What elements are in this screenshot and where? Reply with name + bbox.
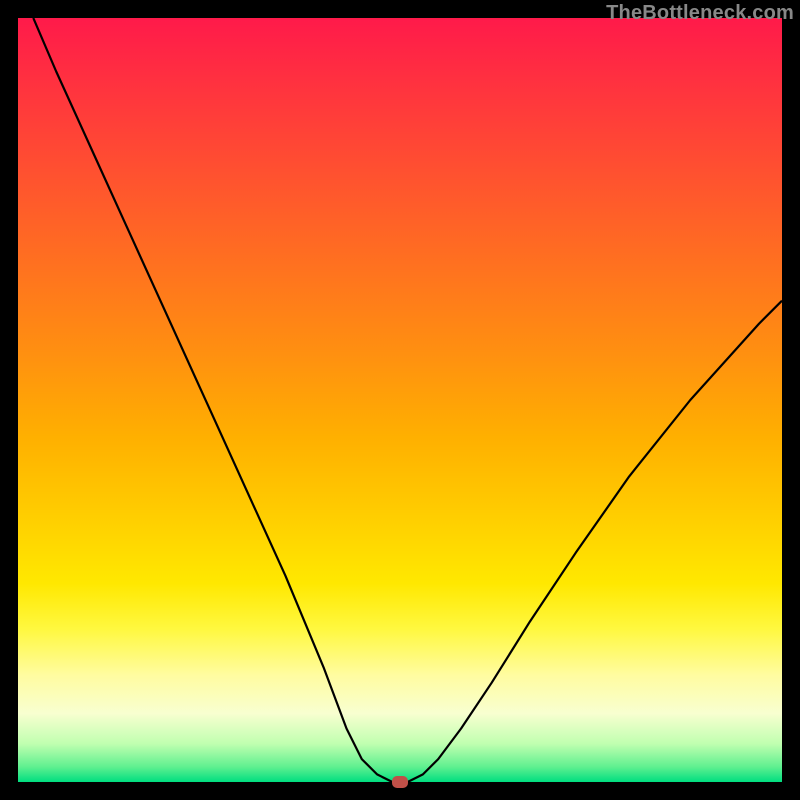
watermark-text: TheBottleneck.com <box>606 2 794 25</box>
bottleneck-curve <box>18 18 782 782</box>
optimal-point-marker <box>392 776 408 788</box>
chart-container: TheBottleneck.com <box>0 0 800 800</box>
plot-area <box>18 18 782 782</box>
